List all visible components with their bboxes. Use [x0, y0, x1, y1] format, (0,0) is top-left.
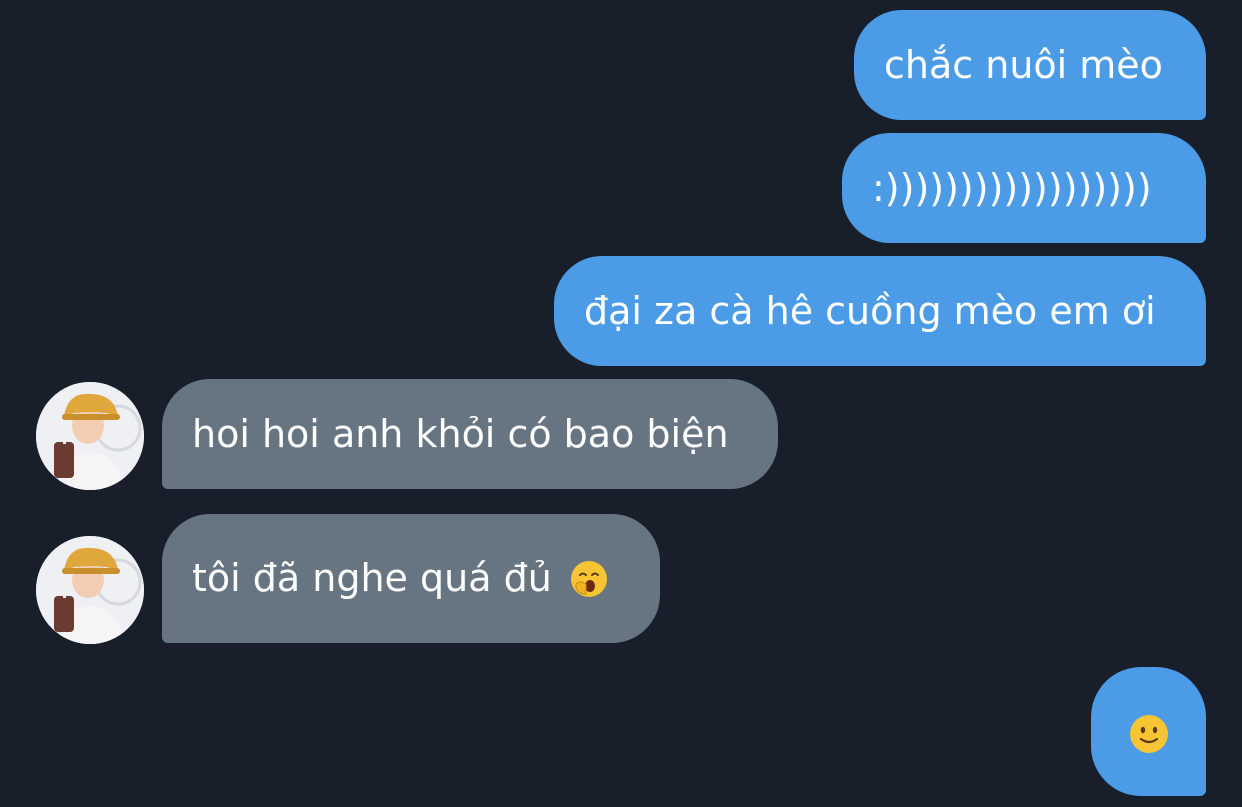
sent-message-bubble[interactable]: :)))))))))))))))))): [842, 133, 1206, 243]
avatar-image: [36, 382, 144, 490]
message-text: hoi hoi anh khỏi có bao biện: [192, 412, 729, 456]
received-message-bubble[interactable]: hoi hoi anh khỏi có bao biện: [162, 379, 778, 489]
message-text: đại za cà hê cuồng mèo em ơi: [584, 289, 1156, 333]
sent-message-bubble[interactable]: [1091, 667, 1206, 796]
message-text: :)))))))))))))))))): [872, 166, 1152, 210]
avatar[interactable]: [36, 382, 144, 490]
avatar-image: [36, 536, 144, 644]
sent-message-bubble[interactable]: chắc nuôi mèo: [854, 10, 1206, 120]
avatar[interactable]: [36, 536, 144, 644]
slightly-smiling-face-icon: [1129, 714, 1168, 753]
yawning-face-icon: [570, 561, 607, 597]
message-text: chắc nuôi mèo: [884, 43, 1163, 87]
received-message-bubble[interactable]: tôi đã nghe quá đủ: [162, 514, 660, 643]
message-text: tôi đã nghe quá đủ: [192, 556, 552, 600]
sent-message-bubble[interactable]: đại za cà hê cuồng mèo em ơi: [554, 256, 1206, 366]
